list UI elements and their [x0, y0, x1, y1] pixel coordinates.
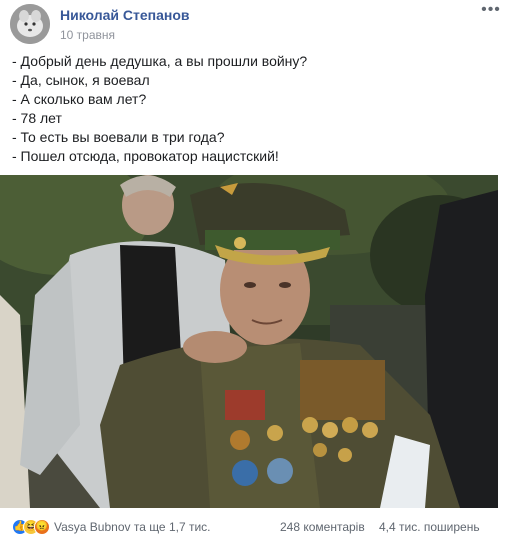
author-name[interactable]: Николай Степанов: [60, 7, 190, 23]
comments-count[interactable]: 248 коментарів: [280, 520, 365, 534]
post-text-line: - Да, сынок, я воевал: [12, 72, 150, 88]
author-avatar[interactable]: [10, 4, 50, 44]
post-text: - Добрый день дедушка, а вы прошли войну…: [12, 52, 502, 166]
post-text-line: - То есть вы воевали в три года?: [12, 129, 225, 145]
post-footer: 👍 😆 😠 Vasya Bubnov та ще 1,7 тис. 248 ко…: [12, 514, 508, 540]
more-options-icon[interactable]: •••: [480, 2, 502, 24]
angry-reaction-icon: 😠: [34, 519, 50, 535]
facebook-post: Николай Степанов 10 травня ••• - Добрый …: [0, 0, 516, 545]
shares-count[interactable]: 4,4 тис. поширень: [379, 520, 480, 534]
post-text-line: - Добрый день дедушка, а вы прошли войну…: [12, 53, 308, 69]
post-header: Николай Степанов 10 травня •••: [10, 2, 506, 44]
reactions-count[interactable]: Vasya Bubnov та ще 1,7 тис.: [54, 520, 211, 534]
post-text-line: - Пошел отсюда, провокатор нацистский!: [12, 148, 279, 164]
post-text-line: - 78 лет: [12, 110, 62, 126]
post-photo[interactable]: [0, 175, 498, 508]
post-date[interactable]: 10 травня: [60, 28, 115, 42]
post-text-line: - А сколько вам лет?: [12, 91, 147, 107]
